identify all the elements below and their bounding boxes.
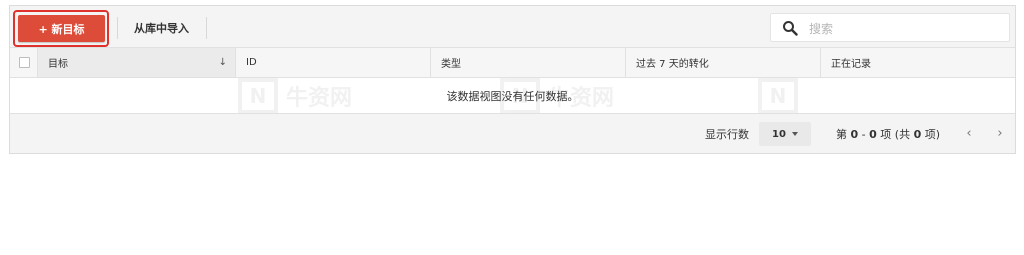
pagination-range: 第 0 - 0 项 (共 0 项) [836, 126, 940, 142]
import-from-library-button[interactable]: 从库中导入 [128, 17, 195, 39]
range-mid: 项 (共 [876, 128, 911, 141]
range-suffix: 项) [921, 128, 941, 141]
table-header: 目标 ↓ ID 类型 过去 7 天的转化 正在记录 [10, 48, 1015, 78]
column-header-label: ID [246, 57, 257, 68]
sort-down-icon: ↓ [218, 57, 227, 68]
table-footer: 显示行数 10 第 0 - 0 项 (共 0 项) ‹ › [10, 114, 1015, 153]
column-header-goal[interactable]: 目标 ↓ [38, 48, 236, 77]
toolbar: + 新目标 从库中导入 [10, 6, 1015, 48]
empty-message-text: 该数据视图没有任何数据。 [446, 89, 579, 103]
column-header-id[interactable]: ID [236, 48, 431, 77]
range-sep: - [858, 128, 870, 141]
range-prefix: 第 [836, 128, 847, 141]
range-start: 0 [850, 128, 859, 141]
chevron-left-icon[interactable]: ‹ [959, 123, 979, 143]
column-header-type[interactable]: 类型 [431, 48, 626, 77]
column-header-label: 过去 7 天的转化 [636, 59, 709, 70]
rows-per-page-value: 10 [772, 128, 786, 140]
toolbar-divider [206, 17, 207, 39]
empty-table-message: 该数据视图没有任何数据。 [10, 78, 1015, 114]
import-label: 从库中导入 [134, 22, 189, 35]
search-icon[interactable] [782, 20, 798, 36]
column-header-recording[interactable]: 正在记录 [821, 48, 1015, 77]
goals-panel: + 新目标 从库中导入 目标 ↓ ID 类型 过去 7 天的 [9, 5, 1016, 154]
caret-down-icon [791, 132, 798, 136]
new-goal-button[interactable]: + 新目标 [18, 15, 105, 42]
chevron-right-icon[interactable]: › [990, 123, 1010, 143]
search-box [770, 13, 1010, 42]
column-header-label: 正在记录 [831, 59, 871, 70]
column-header-label: 目标 [48, 59, 68, 70]
rows-per-page-select[interactable]: 10 [759, 122, 811, 146]
rows-per-page-label: 显示行数 [705, 128, 749, 141]
search-input[interactable] [807, 17, 1007, 40]
new-goal-label: + 新目标 [38, 22, 85, 36]
select-all-checkbox[interactable] [19, 57, 30, 68]
column-header-label: 类型 [441, 59, 461, 70]
select-all-cell [10, 48, 38, 77]
toolbar-divider [117, 17, 118, 39]
column-header-conversions-7d[interactable]: 过去 7 天的转化 [626, 48, 821, 77]
range-end: 0 [869, 128, 877, 141]
